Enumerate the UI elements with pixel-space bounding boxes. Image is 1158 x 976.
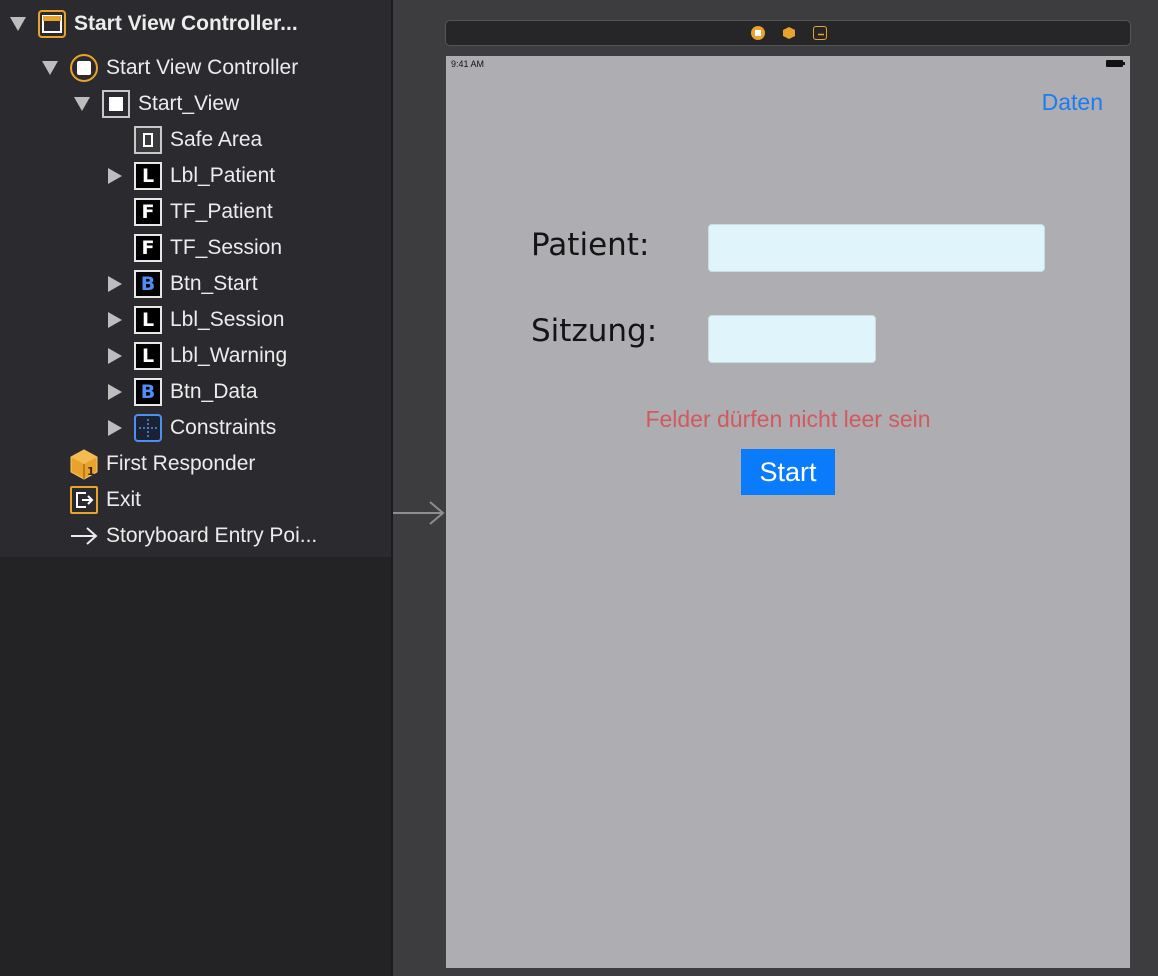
svg-text:1: 1 [87,465,95,478]
entry-point-arrow-icon[interactable] [393,498,445,528]
disclosure-triangle-expanded[interactable] [74,97,90,111]
first-responder-dock-icon[interactable] [782,26,796,40]
disclosure-triangle-collapsed[interactable] [108,312,122,328]
outline-row-lbl-session[interactable]: L Lbl_Session [0,302,391,338]
constraints-icon [134,414,162,442]
constraints-icon-glyph [139,419,157,437]
outline-row-tf-patient[interactable]: F TF_Patient [0,194,391,230]
start-button[interactable]: Start [741,449,835,495]
exit-dock-glyph [818,33,824,36]
first-responder-cube-icon: 1 [68,448,100,480]
outline-item-label: TF_Patient [170,200,273,223]
outline-row-constraints[interactable]: Constraints [0,410,391,446]
cube-icon-glyph: 1 [70,449,98,480]
outline-item-label: Start View Controller [106,56,299,79]
outline-item-label: First Responder [106,452,256,475]
view-icon [102,90,130,118]
exit-dock-icon[interactable] [813,26,827,40]
outline-row-btn-data[interactable]: B Btn_Data [0,374,391,410]
warning-label: Felder dürfen nicht leer sein [645,406,931,432]
arrow-right-glyph [71,527,98,545]
scene-dock-bar[interactable] [445,20,1131,46]
status-bar-time: 9:41 AM [451,59,485,69]
outline-item-label: Storyboard Entry Poi... [106,524,318,547]
exit-icon [70,486,98,514]
text-field-icon: F [134,234,162,262]
label-icon: L [134,306,162,334]
view-controller-dock-icon[interactable] [751,26,765,40]
outline-row-safe-area[interactable]: Safe Area [0,122,391,158]
disclosure-triangle-collapsed[interactable] [108,384,122,400]
disclosure-triangle-expanded[interactable] [10,17,26,31]
disclosure-triangle-collapsed[interactable] [108,420,122,436]
safe-area-icon [134,126,162,154]
text-field-icon: F [134,198,162,226]
outline-row-btn-start[interactable]: B Btn_Start [0,266,391,302]
outline-item-label: Lbl_Session [170,308,285,331]
label-icon: L [134,342,162,370]
label-icon: L [134,162,162,190]
outline-row-tf-session[interactable]: F TF_Session [0,230,391,266]
button-icon: B [134,270,162,298]
outline-row-view-controller[interactable]: Start View Controller [0,50,391,86]
disclosure-triangle-collapsed[interactable] [108,276,122,292]
patient-label: Patient: [531,227,650,263]
outline-item-label: Start_View [138,92,240,115]
outline-row-lbl-patient[interactable]: L Lbl_Patient [0,158,391,194]
arrow-right-icon [68,522,100,550]
scene-icon [38,10,66,38]
storyboard-canvas[interactable]: 9:41 AM Daten Patient: Sitzung: Felder d… [393,0,1158,976]
button-icon: B [134,378,162,406]
outline-item-label: Lbl_Warning [170,344,288,367]
battery-icon [1106,60,1125,67]
outline-item-label: Btn_Start [170,272,258,295]
disclosure-triangle-collapsed[interactable] [108,168,122,184]
outline-row-scene[interactable]: Start View Controller... [0,6,391,42]
outline-item-label: Btn_Data [170,380,258,403]
outline-row-exit[interactable]: Exit [0,482,391,518]
outline-row-entry-point[interactable]: Storyboard Entry Poi... [0,518,391,554]
disclosure-triangle-expanded[interactable] [42,61,58,75]
outline-item-label: Lbl_Patient [170,164,276,187]
patient-text-field[interactable] [708,224,1045,272]
outline-item-label: Safe Area [170,128,263,151]
start-view[interactable]: 9:41 AM Daten Patient: Sitzung: Felder d… [446,56,1130,968]
outline-item-label: Constraints [170,416,277,439]
outline-item-label: Exit [106,488,142,511]
session-text-field[interactable] [708,315,876,363]
cube-dock-glyph [783,27,795,39]
scene-icon-glyph [42,15,62,33]
outline-scene-title: Start View Controller... [74,12,298,35]
vc-dock-glyph [755,30,761,36]
document-outline: Start View Controller... Start View Cont… [0,0,391,976]
outline-row-start-view[interactable]: Start_View [0,86,391,122]
outline-item-label: TF_Session [170,236,283,259]
daten-button[interactable]: Daten [1042,89,1103,116]
outline-tree: Start View Controller... Start View Cont… [0,0,391,557]
view-controller-icon [70,54,98,82]
outline-row-lbl-warning[interactable]: L Lbl_Warning [0,338,391,374]
exit-icon-glyph [76,492,94,508]
outline-row-first-responder[interactable]: 1 First Responder [0,446,391,482]
disclosure-triangle-collapsed[interactable] [108,348,122,364]
session-label: Sitzung: [531,313,658,349]
